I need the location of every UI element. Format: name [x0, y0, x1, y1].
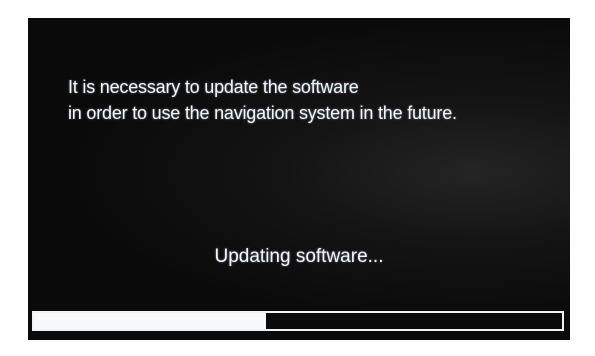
update-message: It is necessary to update the software i…: [68, 74, 558, 126]
update-message-line-2: in order to use the navigation system in…: [68, 103, 457, 123]
update-progress-fill: [34, 313, 267, 329]
update-progress-bar: [32, 311, 564, 331]
updating-status-label: Updating software...: [214, 246, 384, 267]
update-message-line-1: It is necessary to update the software: [68, 77, 359, 97]
display-screen: It is necessary to update the software i…: [28, 18, 570, 340]
